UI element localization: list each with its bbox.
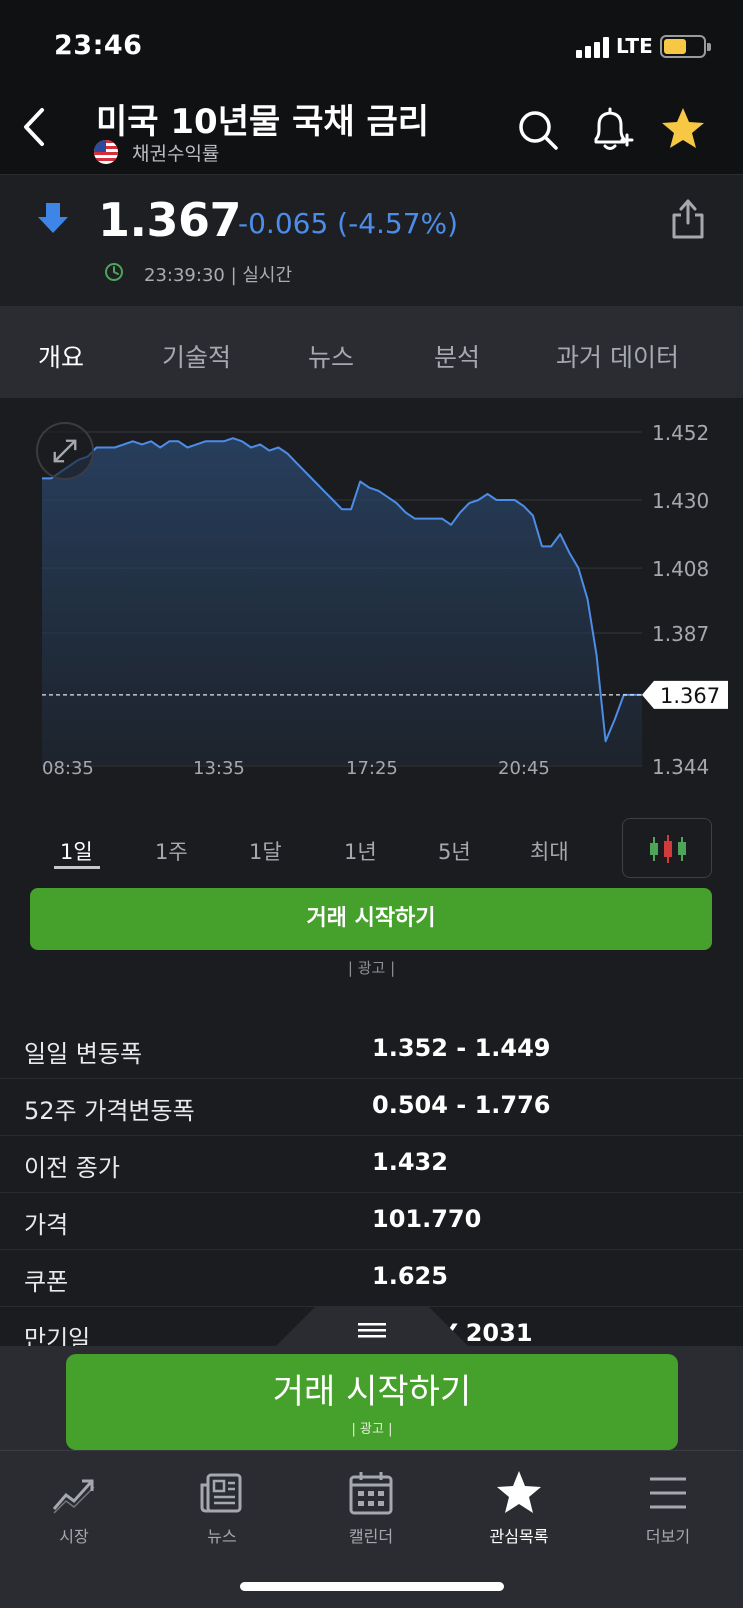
x-tick-label: 17:25 xyxy=(346,758,398,779)
signal-icon xyxy=(576,36,610,58)
period-1d[interactable]: 1일 xyxy=(60,836,93,866)
period-5y[interactable]: 5년 xyxy=(438,836,471,866)
nav-watchlist[interactable]: 관심목록 xyxy=(445,1451,593,1561)
stat-label: 일일 변동폭 xyxy=(24,1040,143,1068)
watchlist-star-icon[interactable] xyxy=(660,106,706,152)
nav-label: 시장 xyxy=(59,1527,89,1546)
stat-label: 쿠폰 xyxy=(24,1268,69,1296)
nav-more[interactable]: 더보기 xyxy=(594,1451,742,1561)
clock-icon xyxy=(105,263,123,281)
y-tick-label: 1.344 xyxy=(652,755,709,779)
arrow-down-icon xyxy=(38,203,68,233)
stat-value: 1.625 xyxy=(372,1262,448,1290)
y-tick-label: 1.387 xyxy=(652,622,709,646)
chart-svg: 1.452 1.430 1.408 1.387 1.344 1.367 08:35 13:35… xyxy=(42,421,728,779)
price-change: -0.065 (-4.57%) xyxy=(238,207,459,240)
x-tick-label: 20:45 xyxy=(498,758,550,779)
period-1y[interactable]: 1년 xyxy=(344,836,377,866)
start-trading-button[interactable]: 거래 시작하기 xyxy=(30,888,712,950)
nav-label: 뉴스 xyxy=(207,1527,237,1546)
nav-markets[interactable]: 시장 xyxy=(0,1451,148,1561)
menu-icon xyxy=(650,1477,686,1509)
stat-row-price: 가격 101.770 xyxy=(0,1193,743,1250)
stat-row-52w-range: 52주 가격변동폭 0.504 - 1.776 xyxy=(0,1079,743,1136)
quote-panel: 1.367 -0.065 (-4.57%) 23:39:30 | 실시간 xyxy=(0,174,743,306)
candlestick-toggle-button[interactable] xyxy=(622,818,712,878)
expand-icon[interactable] xyxy=(36,422,94,480)
ad-label: | 광고 | xyxy=(347,959,396,977)
newspaper-icon xyxy=(200,1473,242,1513)
period-1w[interactable]: 1주 xyxy=(155,836,188,866)
x-tick-label: 13:35 xyxy=(193,758,245,779)
header: 미국 10년물 국채 금리 채권수익률 xyxy=(0,90,743,174)
stat-label: 가격 xyxy=(24,1211,69,1239)
tab-historical-data[interactable]: 과거 데이터 xyxy=(556,338,679,374)
last-price: 1.367 xyxy=(98,193,242,247)
period-active-indicator xyxy=(54,866,100,869)
status-time: 23:46 xyxy=(54,30,143,61)
tab-news[interactable]: 뉴스 xyxy=(308,338,354,374)
y-tick-label: 1.452 xyxy=(652,421,709,445)
section-tabs: 개요 기술적 뉴스 분석 과거 데이터 xyxy=(0,306,743,398)
battery-icon xyxy=(660,35,711,58)
y-tick-label: 1.430 xyxy=(652,489,709,513)
stat-value: 1.432 xyxy=(372,1148,448,1176)
stat-row-prev-close: 이전 종가 1.432 xyxy=(0,1136,743,1193)
network-type: LTE xyxy=(616,34,653,58)
tab-technical[interactable]: 기술적 xyxy=(162,338,231,374)
update-time: 23:39:30 | 실시간 xyxy=(144,265,293,286)
candlestick-icon xyxy=(650,835,686,863)
stat-label: 52주 가격변동폭 xyxy=(24,1097,195,1125)
status-bar: 23:46 LTE xyxy=(0,0,743,90)
trend-chart-icon xyxy=(52,1479,95,1514)
share-icon[interactable] xyxy=(668,197,708,241)
stat-value: 101.770 xyxy=(372,1205,482,1233)
star-icon xyxy=(497,1471,541,1513)
stat-value: 0.504 - 1.776 xyxy=(372,1091,551,1119)
stat-row-coupon: 쿠폰 1.625 xyxy=(0,1250,743,1307)
page-title: 미국 10년물 국채 금리 xyxy=(96,102,430,142)
stat-row-day-range: 일일 변동폭 1.352 - 1.449 xyxy=(0,1022,743,1079)
period-1m[interactable]: 1달 xyxy=(249,836,282,866)
nav-label: 관심목록 xyxy=(489,1527,549,1546)
chart-area xyxy=(42,438,642,766)
x-tick-label: 08:35 xyxy=(42,758,94,779)
calendar-icon xyxy=(349,1472,393,1515)
cta-ad-label: | 광고 | xyxy=(351,1422,393,1437)
price-chart[interactable]: 1.452 1.430 1.408 1.387 1.344 1.367 08:35 13:35… xyxy=(0,398,743,798)
us-flag-icon xyxy=(94,140,118,164)
current-price-label: 1.367 xyxy=(660,684,720,708)
search-icon[interactable] xyxy=(516,108,560,152)
menu-lines-icon xyxy=(358,1323,386,1338)
stat-label: 이전 종가 xyxy=(24,1154,120,1182)
tab-analysis[interactable]: 분석 xyxy=(434,338,480,374)
nav-label: 더보기 xyxy=(645,1527,691,1546)
cta-trade-button[interactable]: 거래 시작하기 | 광고 | xyxy=(66,1354,678,1450)
nav-label: 캘린더 xyxy=(348,1527,394,1546)
bell-plus-icon[interactable] xyxy=(588,106,634,154)
nav-calendar[interactable]: 캘린더 xyxy=(297,1451,445,1561)
instrument-type: 채권수익률 xyxy=(132,143,220,165)
period-max[interactable]: 최대 xyxy=(530,836,569,866)
home-indicator xyxy=(240,1582,504,1591)
back-icon[interactable] xyxy=(14,102,54,152)
cta-label: 거래 시작하기 xyxy=(272,1372,472,1412)
stat-value: 1.352 - 1.449 xyxy=(372,1034,551,1062)
nav-news[interactable]: 뉴스 xyxy=(148,1451,296,1561)
y-tick-label: 1.408 xyxy=(652,557,709,581)
tab-overview[interactable]: 개요 xyxy=(38,338,84,374)
